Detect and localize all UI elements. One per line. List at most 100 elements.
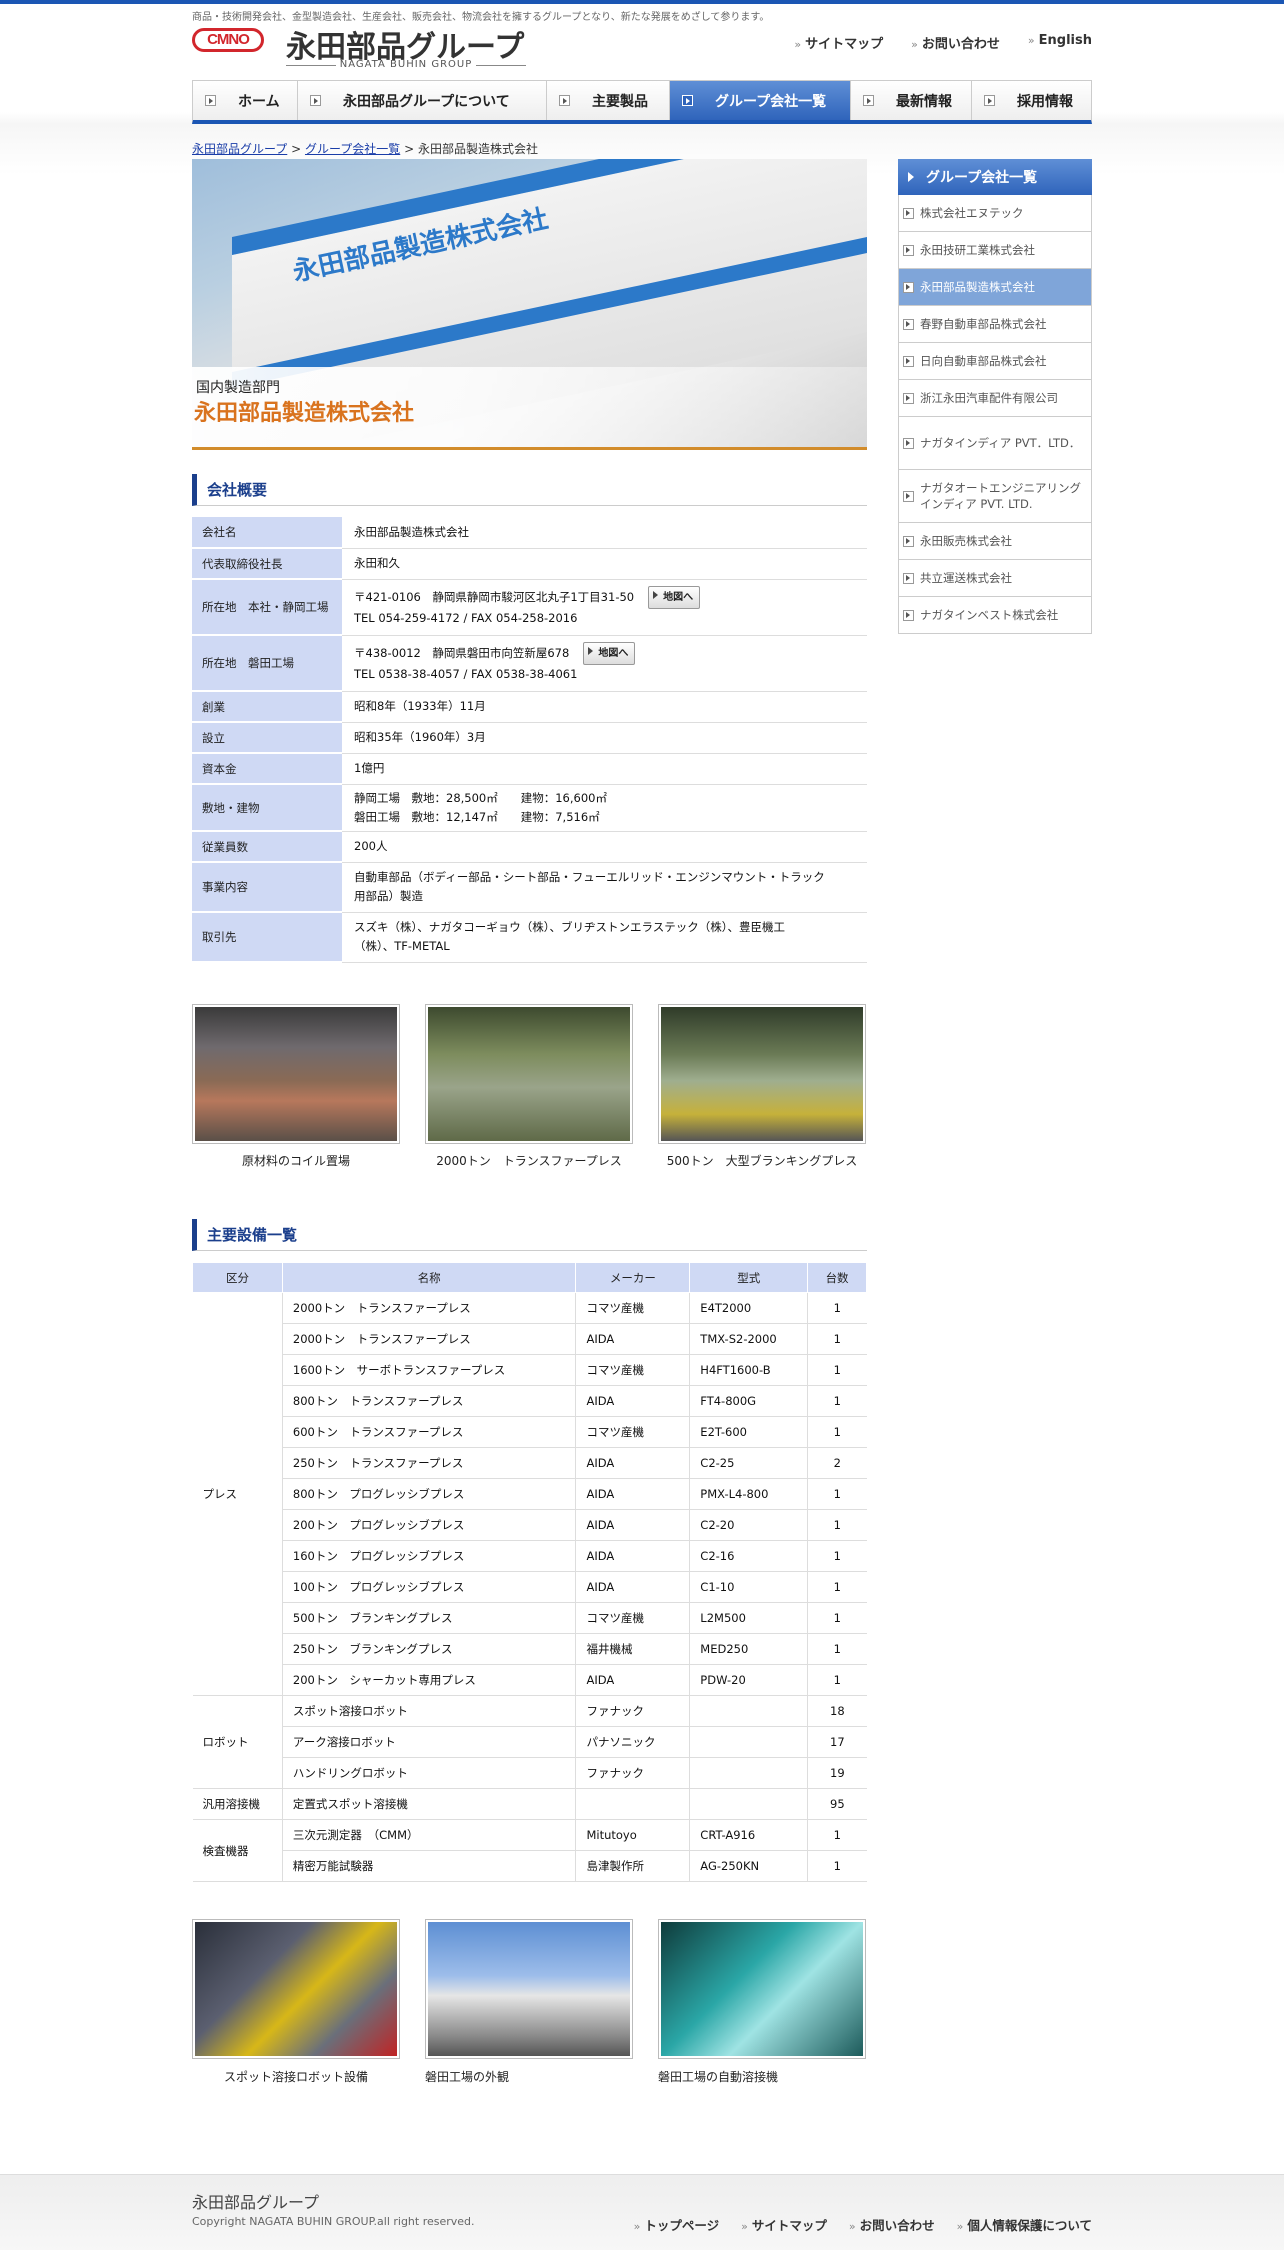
equipment-model: CRT-A916 [689,1819,808,1851]
equipment-name: 精密万能試験器 [281,1850,576,1882]
equipment-model: E2T-600 [689,1416,808,1448]
arrow-box-icon [310,95,321,106]
overview-value-line: スズキ（株）、ナガタコーギョウ（株）、ブリヂストンエラステック（株）、豊臣機工 [354,918,855,937]
col-header: 台数 [807,1262,867,1293]
overview-value-text: スズキ（株）、ナガタコーギョウ（株）、ブリヂストンエラステック（株）、豊臣機工 [354,920,786,934]
sidebar-item-company[interactable]: 共立運送株式会社 [898,560,1092,597]
equipment-name: アーク溶接ロボット [281,1726,576,1758]
nav-products[interactable]: 主要製品 [547,81,670,120]
overview-value: 〒438-0012 静岡県磐田市向笠新屋678 地図へ TEL 0538-38-40… [342,635,867,692]
equipment-maker: コマツ産機 [575,1354,690,1386]
equipment-maker: AIDA [575,1540,690,1572]
logo-mark-icon: CMNO [192,28,264,52]
overview-label: 所在地 磐田工場 [192,635,342,692]
sidebar-item-company[interactable]: 日向自動車部品株式会社 [898,343,1092,380]
equipment-name: 250トン ブランキングプレス [281,1633,576,1665]
table-row: 250トン ブランキングプレス 福井機械 MED250 1 [193,1633,867,1665]
equipment-count: 1 [807,1416,867,1448]
double-chevron-icon: » [633,2220,641,2233]
sidebar-item-company[interactable]: ナガタインベスト株式会社 [898,597,1092,634]
nav-home[interactable]: ホーム [193,81,298,120]
overview-label: 所在地 本社・静岡工場 [192,579,342,636]
footer-link-contact[interactable]: » お問い合わせ [849,2215,935,2234]
equipment-name: 三次元測定器 （CMM） [281,1819,576,1851]
nav-about[interactable]: 永田部品グループについて [298,81,547,120]
sidebar-item-company[interactable]: 春野自動車部品株式会社 [898,306,1092,343]
overview-value-line: 昭和35年（1960年）3月 [354,728,855,747]
photo-caption: スポット溶接ロボット設備 [223,2070,368,2084]
footer-link-top[interactable]: » トップページ [634,2215,720,2234]
equipment-name: 800トン プログレッシブプレス [281,1478,576,1510]
equipment-name: 600トン トランスファープレス [281,1416,576,1448]
overview-value-line: 200人 [354,837,855,856]
footer-link-privacy[interactable]: » 個人情報保護について [957,2215,1092,2234]
overview-row: 従業員数 200人 [192,831,867,863]
equipment-model: MED250 [689,1633,808,1665]
util-link-contact[interactable]: » お問い合わせ [911,33,1000,52]
util-link-english[interactable]: » English [1028,33,1092,52]
global-nav: ホーム 永田部品グループについて 主要製品 グループ会社一覧 最新情報 採用情報 [192,80,1092,124]
breadcrumb-list[interactable]: グループ会社一覧 [305,142,400,156]
equipment-maker: ファナック [575,1695,690,1727]
overview-row: 会社名 永田部品製造株式会社 [192,517,867,549]
overview-value-text: 自動車部品（ボディー部品・シート部品・フューエルリッド・エンジンマウント・トラッ… [354,870,825,884]
map-button[interactable]: 地図へ [583,642,636,665]
photo-auto-welder [658,1919,866,2059]
footer: 永田部品グループ Copyright NAGATA BUHIN GROUP.al… [0,2174,1284,2250]
equipment-model [689,1695,808,1727]
equipment-model: PDW-20 [689,1664,808,1696]
col-header: 名称 [281,1262,577,1293]
sidebar-item-company[interactable]: ナガタオートエンジニアリングインディア PVT. LTD. [898,470,1092,523]
equipment-maker: AIDA [575,1323,690,1355]
utility-nav: » サイトマップ » お問い合わせ » English [794,33,1092,52]
sidebar-item-company[interactable]: ナガタインディア PVT．LTD． [898,417,1092,470]
arrow-box-icon [559,95,570,106]
equipment-maker: AIDA [575,1571,690,1603]
equipment-maker: Mitutoyo [575,1819,690,1851]
equipment-name: ハンドリングロボット [281,1757,576,1789]
equipment-maker: AIDA [575,1385,690,1417]
equipment-name: 1600トン サーボトランスファープレス [281,1354,576,1386]
util-link-sitemap[interactable]: » サイトマップ [794,33,883,52]
sidebar-item-label: ナガタインディア PVT．LTD． [920,436,1081,450]
hero-image: 永田部品製造株式会社 国内製造部門 永田部品製造株式会社 [192,159,867,450]
double-chevron-icon: » [741,2220,748,2233]
photo-caption: 2000トン トランスファープレス [436,1154,622,1168]
equipment-maker: 島津製作所 [575,1850,690,1882]
table-row: 1600トン サーボトランスファープレス コマツ産機 H4FT1600-B 1 [193,1354,867,1386]
hero-department: 国内製造部門 [196,380,280,396]
equipment-model: PMX-L4-800 [689,1478,808,1510]
breadcrumb-home[interactable]: 永田部品グループ [192,142,287,156]
table-row: 100トン プログレッシブプレス AIDA C1-10 1 [193,1571,867,1603]
equipment-name: 500トン ブランキングプレス [281,1602,576,1634]
sidebar-item-label: 永田販売株式会社 [920,534,1012,548]
section-heading-overview: 会社概要 [192,474,867,506]
equipment-category: ロボット [192,1695,283,1789]
sidebar-item-company[interactable]: 株式会社エヌテック [898,195,1092,232]
overview-value: 200人 [342,831,867,863]
equipment-maker: コマツ産機 [575,1292,690,1324]
overview-value-line: TEL 054-259-4172 / FAX 054-258-2016 [354,609,855,628]
footer-link-sitemap[interactable]: » サイトマップ [741,2215,827,2234]
equipment-name: 160トン プログレッシブプレス [281,1540,576,1572]
equipment-name: 2000トン トランスファープレス [281,1292,576,1324]
sidebar-item-company[interactable]: 浙江永田汽車配件有限公司 [898,380,1092,417]
sidebar-item-company[interactable]: 永田販売株式会社 [898,523,1092,560]
overview-value: 昭和35年（1960年）3月 [342,722,867,754]
sidebar-item-label: 春野自動車部品株式会社 [920,317,1047,331]
equipment-name: 2000トン トランスファープレス [281,1323,576,1355]
overview-value-line: 用部品）製造 [354,887,855,906]
equipment-model: FT4-800G [689,1385,808,1417]
map-button[interactable]: 地図へ [648,586,701,609]
equipment-maker: 福井機械 [575,1633,690,1665]
nav-news[interactable]: 最新情報 [851,81,972,120]
table-row: 500トン ブランキングプレス コマツ産機 L2M500 1 [193,1602,867,1634]
double-chevron-icon: » [1027,34,1035,47]
nav-recruit[interactable]: 採用情報 [972,81,1091,120]
sidebar-group-companies: グループ会社一覧 株式会社エヌテック 永田技研工業株式会社 永田部品製造株式会社 春野… [898,159,1092,634]
sidebar-item-company[interactable]: 永田技研工業株式会社 [898,232,1092,269]
photo-iwata-exterior [425,1919,633,2059]
nav-group-companies[interactable]: グループ会社一覧 [670,81,851,120]
overview-value-text: 磐田工場 敷地：12,147㎡ 建物：7,516㎡ [354,809,600,824]
sidebar-item-company[interactable]: 永田部品製造株式会社 [898,269,1092,306]
